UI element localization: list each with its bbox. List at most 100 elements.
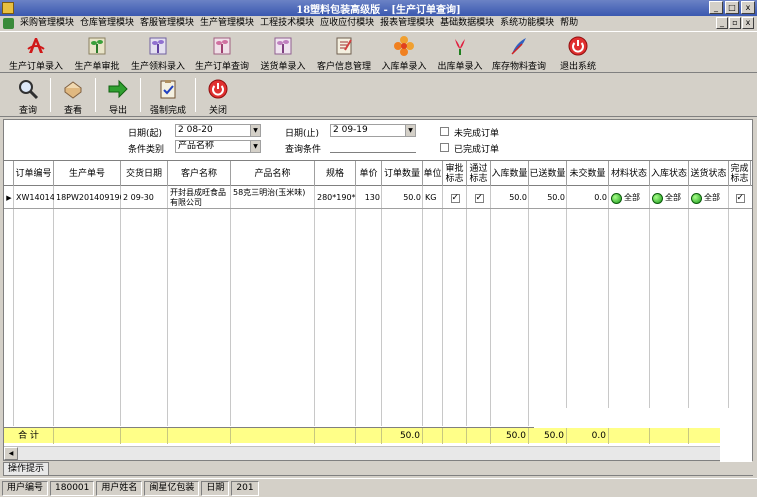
col-approval-flag[interactable]: 审批标志 [443,161,467,186]
toolbar-separator [95,78,96,112]
col-production-no[interactable]: 生产单号 [54,161,121,186]
grid-header: 订单编号 生产单号 交货日期 客户名称 产品名称 规格 单价 订单数量 单位 审… [4,161,752,186]
totals-in-qty: 50.0 [491,428,529,444]
stock-out-entry-button[interactable]: 出库单录入 [432,32,488,72]
date-to-picker[interactable]: 2 09-19 ▼ [330,124,416,137]
customer-info-button[interactable]: 客户信息管理 [312,32,376,72]
menu-help[interactable]: 帮助 [557,16,581,31]
mdi-restore-button[interactable]: ▫ [729,17,741,29]
stock-in-entry-button[interactable]: 入库单录入 [376,32,432,72]
col-customer[interactable]: 客户名称 [168,161,231,186]
menu-receivables[interactable]: 应收应付模块 [317,16,377,31]
condition-type-label: 条件类别 [128,145,165,155]
cell-delivery-date: 2 09-30 [123,193,154,202]
window-title: 18塑料包装高级版 - [生产订单查询] [296,5,461,16]
clipboard-icon [160,80,176,99]
horizontal-scrollbar[interactable]: ◀ ▶ [4,446,752,460]
production-order-entry-button[interactable]: 生产订单录入 [4,32,68,72]
status-user-id: 180001 [50,480,95,496]
date-from-label: 日期(起) [128,129,163,139]
col-complete-flag[interactable]: 完成标志 [729,161,751,186]
force-complete-button[interactable]: 强制完成 [143,74,193,116]
passed-checkbox[interactable] [474,193,484,203]
col-order-qty[interactable]: 订单数量 [382,161,423,186]
exit-system-button[interactable]: 退出系统 [550,32,606,72]
view-button[interactable]: 查看 [53,74,93,116]
status-user-name: 闽星亿包装 [144,480,200,496]
plant-icon [213,37,231,55]
menu-base-data[interactable]: 基础数据模块 [437,16,497,31]
cell-complete-flag[interactable] [729,187,751,209]
material-requisition-button[interactable]: 生产领料录入 [126,32,190,72]
cell-unsent-qty: 0.0 [594,193,607,202]
cell-passed-flag[interactable] [467,187,491,209]
col-in-qty[interactable]: 入库数量 [491,161,529,186]
close-form-button[interactable]: 关闭 [198,74,238,116]
finished-orders-label: 已完成订单 [454,145,500,155]
inventory-query-button[interactable]: 库存物料查询 [488,32,550,72]
title-bar: 18塑料包装高级版 - [生产订单查询] _ □ x [0,0,757,16]
condition-input[interactable] [330,140,416,153]
condition-type-select[interactable]: 产品名称 ▼ [175,140,261,153]
tulip-icon [455,39,465,55]
col-unit[interactable]: 单位 [423,161,443,186]
chevron-down-icon[interactable]: ▼ [405,125,415,136]
totals-sent-qty: 50.0 [529,428,567,444]
menu-reports[interactable]: 报表管理模块 [377,16,437,31]
production-order-query-button[interactable]: 生产订单查询 [190,32,254,72]
maximize-button[interactable]: □ [725,1,739,14]
totals-order-qty: 50.0 [382,428,423,444]
complete-checkbox[interactable] [735,193,745,203]
finished-orders-checkbox[interactable] [440,143,449,152]
col-material-status[interactable]: 材料状态 [609,161,650,186]
col-order-no[interactable]: 订单编号 [14,161,54,186]
approval-checkbox[interactable] [450,193,460,203]
cell-sent-qty: 50.0 [547,193,565,202]
col-price[interactable]: 单价 [356,161,382,186]
query-button[interactable]: 查询 [8,74,48,116]
close-button[interactable]: x [741,1,755,14]
cell-product: 58克三明治(玉米味) [233,188,306,197]
power-icon [568,36,588,56]
menu-production[interactable]: 生产管理模块 [197,16,257,31]
row-indicator-header [4,161,14,186]
chevron-down-icon[interactable]: ▼ [250,125,260,136]
status-bar: 用户编号 180001 用户姓名 闽星亿包装 日期 201 [0,478,757,497]
col-in-status[interactable]: 入库状态 [650,161,689,186]
status-green-icon [691,192,702,204]
pdf-icon [27,38,45,53]
col-delivery-status[interactable]: 送货状态 [689,161,729,186]
col-unsent-qty[interactable]: 未交数量 [567,161,609,186]
menu-bar: 采购管理模块 仓库管理模块 客服管理模块 生产管理模块 工程技术模块 应收应付模… [0,16,757,31]
production-approval-button[interactable]: 生产单审批 [68,32,126,72]
minimize-button[interactable]: _ [709,1,723,14]
menu-system[interactable]: 系统功能模块 [497,16,557,31]
mdi-close-button[interactable]: x [742,17,754,29]
operation-hint-tab[interactable]: 操作提示 [3,462,49,476]
scroll-left-icon[interactable]: ◀ [4,447,18,460]
system-menu-icon[interactable] [3,18,14,29]
delivery-note-entry-button[interactable]: 送货单录入 [254,32,312,72]
mdi-minimize-button[interactable]: _ [716,17,728,29]
cell-approval-flag[interactable] [443,187,467,209]
col-product[interactable]: 产品名称 [231,161,315,186]
menu-engineering[interactable]: 工程技术模块 [257,16,317,31]
toolbar-separator [50,78,51,112]
col-sent-qty[interactable]: 已送数量 [529,161,567,186]
query-toolbar: 查询 查看 导出 强制完成 关闭 [0,74,757,117]
export-button[interactable]: 导出 [98,74,138,116]
col-delivery-date[interactable]: 交货日期 [121,161,168,186]
col-passed-flag[interactable]: 通过标志 [467,161,491,186]
main-toolbar: 生产订单录入 生产单审批 生产领料录入 生产订单查询 送货单录入 客户信息管理 … [0,31,757,73]
unfinished-orders-checkbox[interactable] [440,127,449,136]
chevron-down-icon[interactable]: ▼ [250,141,260,152]
date-from-picker[interactable]: 2 08-20 ▼ [175,124,261,137]
menu-warehouse[interactable]: 仓库管理模块 [77,16,137,31]
toolbar-separator [195,78,196,112]
magnifier-icon [19,80,39,100]
menu-purchase[interactable]: 采购管理模块 [17,16,77,31]
col-spec[interactable]: 规格 [315,161,356,186]
table-row[interactable]: XW14014 18PW20140919001 2 09-30 开封县成旺食品有… [4,187,752,209]
menu-customer-service[interactable]: 客服管理模块 [137,16,197,31]
cell-order-qty: 50.0 [403,193,421,202]
